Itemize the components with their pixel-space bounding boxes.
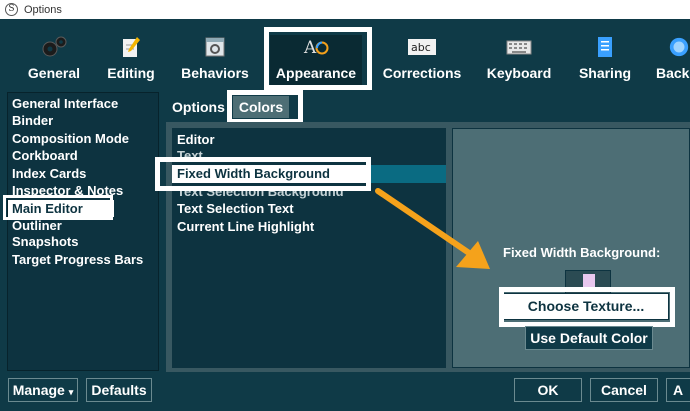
manage-button[interactable]: Manage ▾ bbox=[8, 378, 78, 402]
chevron-down-icon: ▾ bbox=[68, 387, 74, 397]
sidebar: General Interface Binder Composition Mod… bbox=[7, 92, 159, 371]
list-item-text[interactable]: Text bbox=[172, 147, 446, 165]
window-title: Options bbox=[24, 3, 62, 16]
toolbar-general[interactable]: General bbox=[20, 35, 88, 89]
toolbar-keyboard[interactable]: Keyboard bbox=[484, 35, 554, 89]
pencil-paper-icon bbox=[100, 35, 162, 59]
sidebar-item-inspector-notes[interactable]: Inspector & Notes bbox=[8, 182, 158, 199]
sidebar-item-corkboard[interactable]: Corkboard bbox=[8, 147, 158, 164]
sidebar-item-composition-mode[interactable]: Composition Mode bbox=[8, 130, 158, 147]
defaults-button[interactable]: Defaults bbox=[86, 378, 152, 402]
gears-icon bbox=[20, 35, 88, 59]
toolbar-behaviors[interactable]: Behaviors bbox=[176, 35, 254, 89]
abc-icon: abc bbox=[380, 35, 464, 59]
cancel-button[interactable]: Cancel bbox=[590, 378, 658, 402]
list-item-fixed-width-background[interactable]: Fixed Width Background bbox=[172, 165, 368, 183]
svg-text:abc: abc bbox=[411, 41, 431, 54]
ok-button[interactable]: OK bbox=[514, 378, 582, 402]
toolbar-corrections[interactable]: abc Corrections bbox=[380, 35, 464, 89]
toolbar-appearance[interactable]: A Appearance bbox=[270, 35, 362, 89]
sidebar-item-target-progress-bars[interactable]: Target Progress Bars bbox=[8, 251, 158, 268]
color-swatch[interactable] bbox=[565, 270, 611, 294]
toolbar-editing[interactable]: Editing bbox=[100, 35, 162, 89]
use-default-color-button[interactable]: Use Default Color bbox=[525, 326, 653, 350]
sidebar-item-snapshots[interactable]: Snapshots bbox=[8, 233, 158, 250]
backup-icon bbox=[656, 35, 690, 59]
sidebar-item-main-editor[interactable]: Main Editor bbox=[8, 200, 114, 217]
title-bar: S Options bbox=[0, 0, 690, 19]
sidebar-item-outliner[interactable]: Outliner bbox=[8, 217, 158, 234]
app-icon: S bbox=[5, 3, 18, 16]
window-gear-icon bbox=[176, 35, 254, 59]
sidebar-item-index-cards[interactable]: Index Cards bbox=[8, 165, 158, 182]
svg-text:A: A bbox=[303, 38, 317, 58]
notebook-icon bbox=[576, 35, 634, 59]
keyboard-icon bbox=[484, 35, 554, 59]
sidebar-item-general-interface[interactable]: General Interface bbox=[8, 95, 158, 112]
choose-texture-button[interactable]: Choose Texture... bbox=[503, 293, 669, 320]
fixed-width-background-label: Fixed Width Background: bbox=[503, 245, 661, 260]
bottom-bar: Manage ▾ Defaults OK Cancel A bbox=[0, 372, 690, 411]
tab-options[interactable]: Options bbox=[172, 99, 225, 115]
annotation-arrow bbox=[375, 188, 490, 269]
swatch-color bbox=[583, 274, 595, 289]
sidebar-item-binder[interactable]: Binder bbox=[8, 112, 158, 129]
toolbar-sharing[interactable]: Sharing bbox=[576, 35, 634, 89]
font-color-icon: A bbox=[270, 35, 362, 59]
tab-colors[interactable]: Colors bbox=[233, 96, 289, 118]
toolbar: General Editing Behaviors A Appearance a… bbox=[0, 19, 690, 89]
toolbar-backup[interactable]: Back bbox=[656, 35, 690, 89]
apply-button[interactable]: A bbox=[666, 378, 690, 402]
